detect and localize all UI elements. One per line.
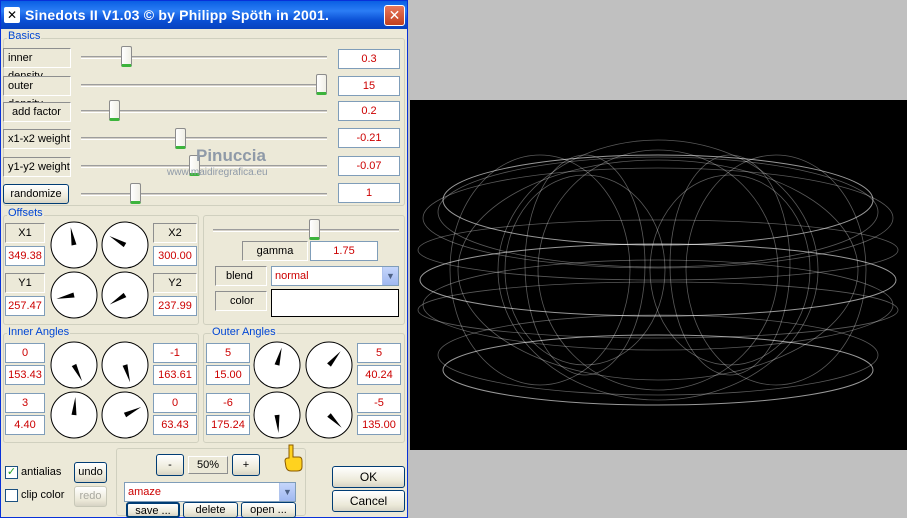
inner-density-label: inner density: [3, 48, 71, 82]
title-bar[interactable]: ✕ Sinedots II V1.03 © by Philipp Spöth i…: [1, 1, 407, 29]
x1-dial[interactable]: [50, 221, 98, 269]
ok-button[interactable]: OK: [332, 466, 405, 488]
inner-bottom-left-dial[interactable]: [50, 391, 98, 439]
outer-bottom-right-step[interactable]: -5: [357, 393, 401, 413]
inner-angles-label: Inner Angles: [7, 326, 71, 338]
delete-preset-button[interactable]: delete: [183, 502, 238, 518]
outer-top-right-dial[interactable]: [305, 341, 353, 389]
blend-select-value: normal: [275, 270, 309, 282]
zoom-value: 50%: [188, 456, 228, 474]
outer-top-right-step[interactable]: 5: [357, 343, 401, 363]
add-factor-value[interactable]: 0.2: [338, 101, 400, 121]
open-preset-button[interactable]: open ...: [241, 502, 296, 518]
add-factor-label: add factor: [3, 102, 71, 122]
x1-x2-weight-value[interactable]: -0.21: [338, 128, 400, 148]
inner-top-left-step[interactable]: 0: [5, 343, 45, 363]
outer-bottom-left-dial[interactable]: [253, 391, 301, 439]
color-swatch[interactable]: [271, 289, 399, 317]
randomize-slider[interactable]: [130, 183, 142, 204]
chevron-down-icon[interactable]: ▼: [279, 483, 295, 501]
zoom-out-button[interactable]: -: [156, 454, 184, 476]
outer-angles-label: Outer Angles: [211, 326, 277, 338]
randomize-button[interactable]: randomize: [3, 184, 69, 204]
y1-y2-weight-value[interactable]: -0.07: [338, 156, 400, 176]
undo-button[interactable]: undo: [74, 462, 107, 483]
clip-color-label: clip color: [21, 489, 65, 501]
outer-density-label: outer density: [3, 76, 71, 110]
gamma-label: gamma: [242, 241, 308, 261]
close-icon: ✕: [388, 7, 401, 23]
chevron-down-icon[interactable]: ▼: [382, 267, 398, 285]
outer-top-right-angle[interactable]: 40.24: [357, 365, 401, 385]
app-icon: ✕: [4, 7, 20, 23]
y2-label: Y2: [153, 273, 197, 293]
window-title: Sinedots II V1.03 © by Philipp Spöth in …: [25, 7, 330, 23]
outer-top-left-dial[interactable]: [253, 341, 301, 389]
randomize-value[interactable]: 1: [338, 183, 400, 203]
antialias-label: antialias: [21, 466, 62, 478]
preset-select[interactable]: amaze ▼: [124, 482, 296, 502]
x2-label: X2: [153, 223, 197, 243]
redo-button: redo: [74, 486, 107, 507]
inner-top-left-angle[interactable]: 153.43: [5, 365, 45, 385]
outer-top-left-angle[interactable]: 15.00: [206, 365, 250, 385]
x1-x2-weight-label: x1-x2 weight: [3, 129, 71, 149]
gamma-track[interactable]: [213, 229, 399, 232]
outer-bottom-left-angle[interactable]: 175.24: [206, 415, 250, 435]
pointing-hand-icon: [284, 444, 303, 472]
inner-bottom-right-step[interactable]: 0: [153, 393, 197, 413]
offsets-label: Offsets: [7, 207, 44, 219]
sinedots-dialog: ✕ Sinedots II V1.03 © by Philipp Spöth i…: [0, 0, 408, 518]
inner-bottom-left-angle[interactable]: 4.40: [5, 415, 45, 435]
inner-density-track[interactable]: [81, 56, 327, 59]
preset-select-value: amaze: [128, 486, 162, 498]
close-button[interactable]: ✕: [384, 5, 405, 26]
y1-value[interactable]: 257.47: [5, 296, 45, 316]
outer-density-slider[interactable]: [316, 74, 327, 95]
x2-value[interactable]: 300.00: [153, 246, 197, 266]
inner-bottom-right-angle[interactable]: 63.43: [153, 415, 197, 435]
inner-density-value[interactable]: 0.3: [338, 49, 400, 69]
outer-density-value[interactable]: 15: [338, 76, 400, 96]
x1-value[interactable]: 349.38: [5, 246, 45, 266]
gamma-value[interactable]: 1.75: [310, 241, 378, 261]
watermark-url: www.maidiregrafica.eu: [167, 167, 268, 178]
y2-value[interactable]: 237.99: [153, 296, 197, 316]
x1-x2-weight-track[interactable]: [81, 137, 327, 140]
inner-top-right-dial[interactable]: [101, 341, 149, 389]
basics-label: Basics: [7, 30, 42, 42]
randomize-track[interactable]: [81, 193, 327, 196]
inner-top-right-angle[interactable]: 163.61: [153, 365, 197, 385]
watermark-logo: Pinuccia: [196, 146, 266, 165]
outer-bottom-left-step[interactable]: -6: [206, 393, 250, 413]
outer-bottom-right-angle[interactable]: 135.00: [357, 415, 401, 435]
x1-x2-weight-slider[interactable]: [175, 128, 186, 149]
inner-top-right-step[interactable]: -1: [153, 343, 197, 363]
outer-top-left-step[interactable]: 5: [206, 343, 250, 363]
y1-label: Y1: [5, 273, 45, 293]
y2-dial[interactable]: [101, 271, 149, 319]
cancel-button[interactable]: Cancel: [332, 490, 405, 512]
preview-image: [410, 100, 907, 450]
save-preset-button[interactable]: save ...: [126, 502, 180, 518]
x2-dial[interactable]: [101, 221, 149, 269]
color-label: color: [215, 291, 267, 311]
zoom-in-button[interactable]: +: [232, 454, 260, 476]
clip-color-checkbox[interactable]: [5, 489, 18, 502]
inner-top-left-dial[interactable]: [50, 341, 98, 389]
inner-density-slider[interactable]: [120, 46, 132, 67]
outer-bottom-right-dial[interactable]: [305, 391, 353, 439]
gamma-slider[interactable]: [309, 219, 321, 240]
antialias-checkbox[interactable]: ✓: [5, 466, 18, 479]
blend-select[interactable]: normal ▼: [271, 266, 399, 286]
outer-density-track[interactable]: [81, 84, 327, 87]
inner-bottom-left-step[interactable]: 3: [5, 393, 45, 413]
inner-bottom-right-dial[interactable]: [101, 391, 149, 439]
y1-y2-weight-label: y1-y2 weight: [3, 157, 71, 177]
add-factor-slider[interactable]: [109, 100, 121, 121]
y1-dial[interactable]: [50, 271, 98, 319]
x1-label: X1: [5, 223, 45, 243]
blend-label: blend: [215, 266, 267, 286]
